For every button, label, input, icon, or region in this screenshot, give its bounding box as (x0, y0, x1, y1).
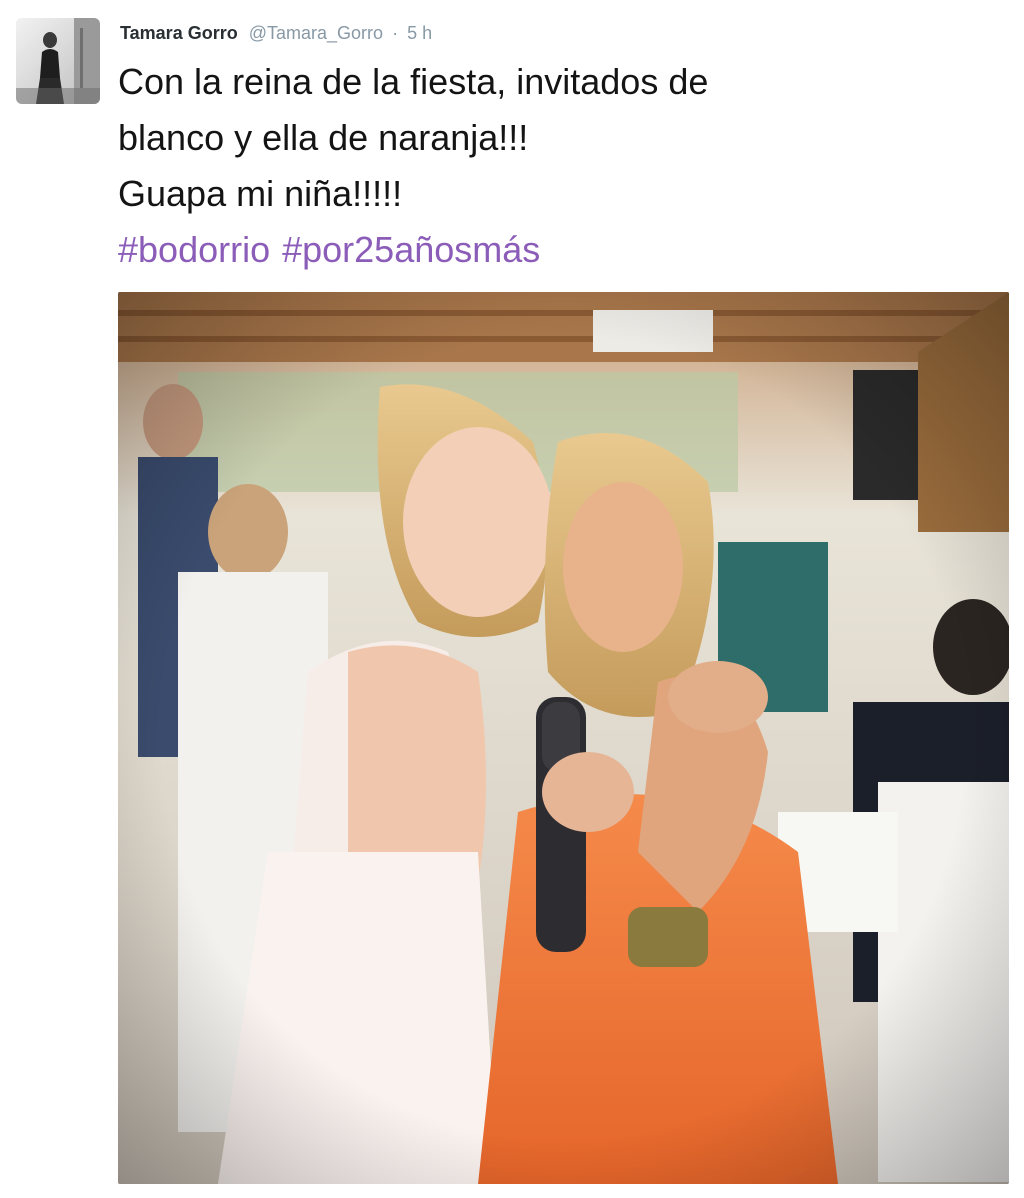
tweet-text: Con la reina de la fiesta, invitados de … (118, 54, 998, 278)
tweet-text-line: blanco y ella de naranja!!! (118, 117, 529, 158)
author-username[interactable]: @Tamara_Gorro (249, 23, 383, 43)
avatar[interactable] (16, 18, 100, 104)
tweet-timestamp[interactable]: 5 h (407, 23, 432, 43)
tweet-card: Tamara Gorro @Tamara_Gorro · 5 h Con la … (0, 0, 1024, 1198)
tweet-text-line: Con la reina de la fiesta, invitados de (118, 61, 709, 102)
profile-photo (16, 18, 100, 104)
author-fullname[interactable]: Tamara Gorro (120, 23, 238, 43)
party-photo (118, 292, 1009, 1184)
tweet-header: Tamara Gorro @Tamara_Gorro · 5 h (120, 20, 432, 46)
header-separator: · (392, 23, 399, 43)
hashtag-line: #bodorrio #por25añosmás (118, 222, 998, 278)
hashtag-link-bodorrio[interactable]: #bodorrio (118, 229, 270, 270)
tweet-photo[interactable] (118, 292, 1009, 1184)
hashtag-link-por25anosmas[interactable]: #por25añosmás (282, 229, 540, 270)
tweet-text-line: Guapa mi niña!!!!! (118, 173, 403, 214)
